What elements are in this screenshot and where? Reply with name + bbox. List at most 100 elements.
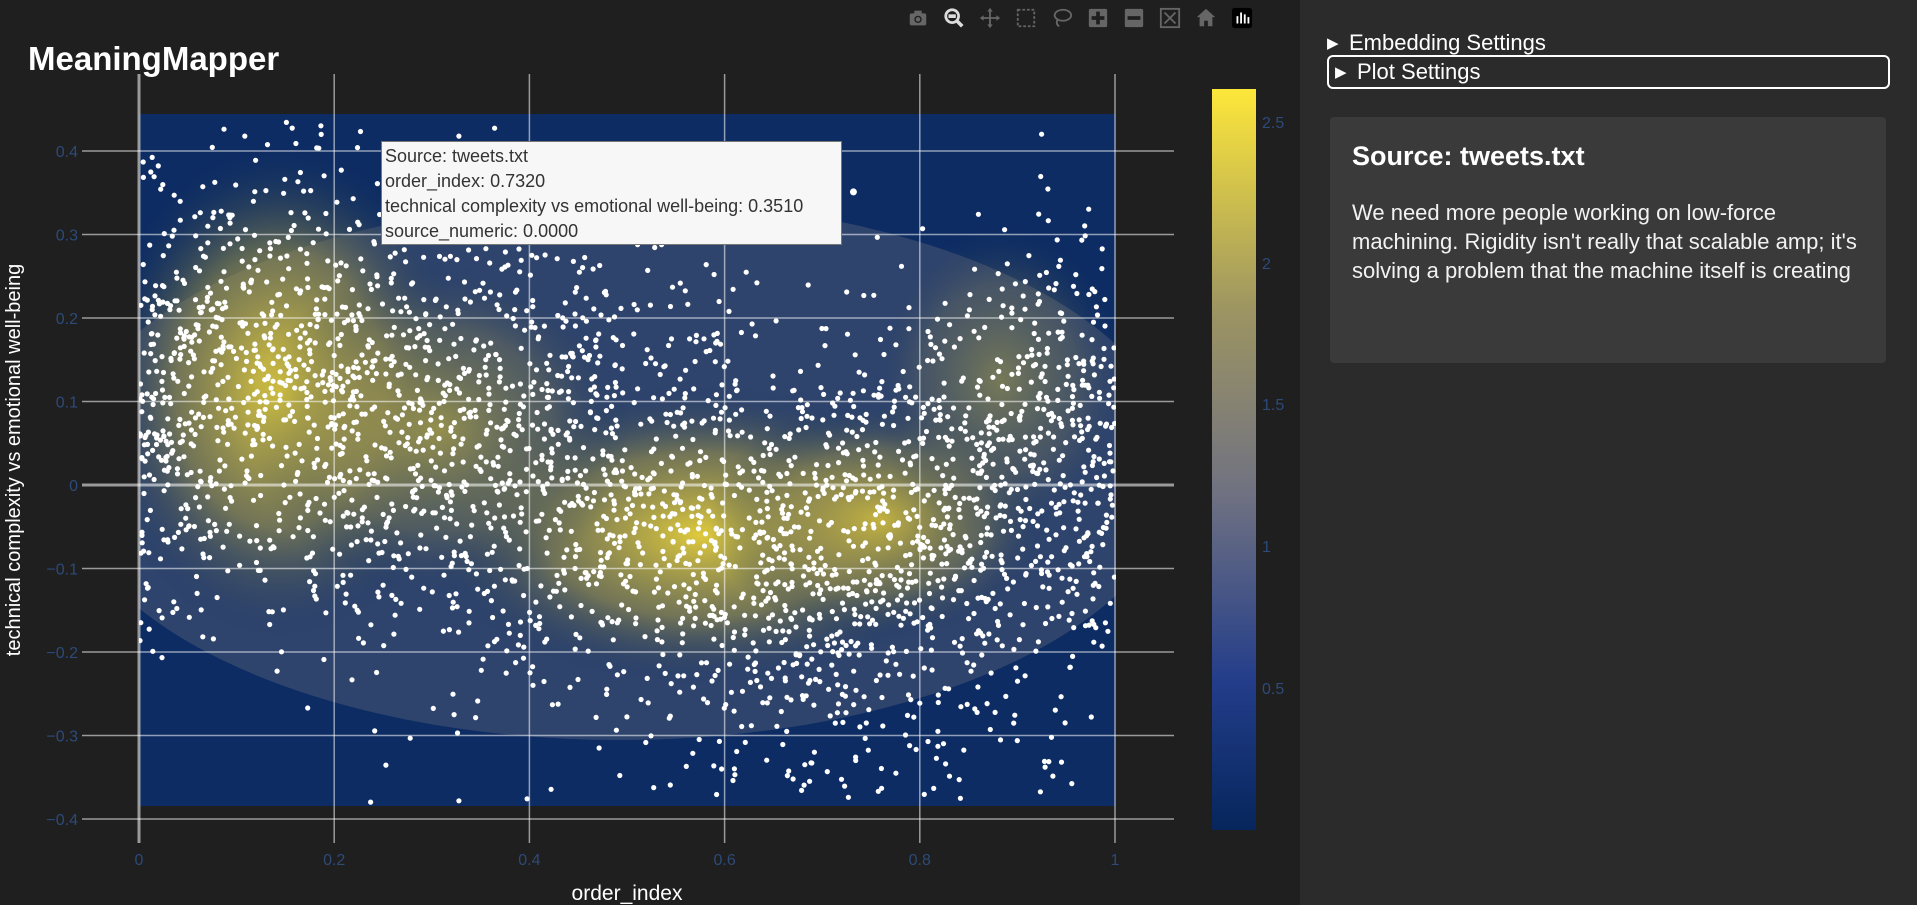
scatter-point <box>337 342 343 348</box>
scatter-point <box>353 327 359 334</box>
scatter-point <box>1090 361 1096 367</box>
scatter-point <box>384 476 390 482</box>
scatter-point <box>943 761 949 767</box>
scatter-point <box>370 377 376 383</box>
scatter-point <box>680 631 686 637</box>
scatter-point <box>631 301 637 308</box>
scatter-point <box>528 324 534 330</box>
scatter-point <box>365 344 371 350</box>
scatter-point <box>177 217 183 223</box>
scatter-point <box>885 650 891 656</box>
camera-icon[interactable] <box>900 4 936 32</box>
scatter-point <box>541 678 547 685</box>
scatter-point <box>338 331 344 338</box>
scatter-point <box>460 459 466 465</box>
scatter-point <box>153 283 159 289</box>
scatter-point <box>150 447 156 453</box>
scatter-point <box>651 395 657 401</box>
scatter-point <box>851 403 857 410</box>
scatter-point <box>697 495 703 501</box>
scatter-point <box>988 447 995 453</box>
scatter-point <box>193 573 200 580</box>
scatter-point <box>672 511 678 517</box>
scatter-point <box>1063 381 1069 387</box>
scatter-point <box>225 568 231 574</box>
scatter-point <box>908 489 915 495</box>
scatter-point <box>1017 517 1023 523</box>
scatter-point <box>527 670 533 676</box>
scatter-point <box>487 260 493 266</box>
scatter-point <box>586 352 593 359</box>
scatter-point <box>174 275 180 281</box>
scatter-point <box>731 647 737 653</box>
lasso-select-icon[interactable] <box>1044 4 1080 32</box>
scatter-point <box>904 585 911 591</box>
scatter-point <box>588 504 594 510</box>
scatter-point <box>1043 269 1049 276</box>
scatter-point <box>917 700 923 706</box>
scatter-point <box>1048 500 1055 506</box>
scatter-point <box>428 417 434 423</box>
scatter-point <box>401 247 407 253</box>
scatter-point <box>593 581 600 587</box>
scatter-point <box>349 312 355 318</box>
scatter-point <box>555 427 561 433</box>
scatter-point <box>315 316 321 323</box>
scatter-point <box>619 602 625 608</box>
scatter-point <box>784 492 790 498</box>
scatter-point <box>798 509 804 515</box>
scatter-point <box>1029 352 1035 358</box>
scatter-point <box>845 794 852 800</box>
scatter-point <box>1055 386 1061 392</box>
scatter-point <box>341 436 347 442</box>
scatter-point <box>1057 257 1063 263</box>
scatter-point <box>312 583 318 589</box>
scatter-point <box>867 582 873 588</box>
scatter-point <box>328 317 334 323</box>
scatter-point <box>241 399 247 406</box>
scatter-point <box>454 521 460 527</box>
scatter-point <box>445 275 451 281</box>
scatter-point <box>476 443 482 449</box>
scatter-point <box>477 287 483 293</box>
scatter-point <box>513 433 519 439</box>
scatter-point <box>781 515 787 521</box>
zoom-out-icon[interactable] <box>1116 4 1152 32</box>
plotly-logo-icon[interactable] <box>1224 4 1260 32</box>
scatter-point <box>811 566 817 572</box>
scatter-point <box>421 585 427 591</box>
zoom-in-icon[interactable] <box>1080 4 1116 32</box>
plot-settings-toggle[interactable]: ▶ Plot Settings <box>1327 55 1890 89</box>
scatter-point <box>873 605 879 612</box>
autoscale-icon[interactable] <box>1152 4 1188 32</box>
scatter-point <box>223 505 229 511</box>
scatter-point <box>910 540 916 546</box>
scatter-point <box>867 621 873 627</box>
scatter-point <box>297 515 303 521</box>
scatter-point <box>975 211 982 217</box>
scatter-point <box>153 390 159 397</box>
y-tick-label: −0.1 <box>46 562 78 579</box>
scatter-point <box>701 574 707 580</box>
scatter-point <box>999 567 1005 573</box>
embedding-settings-toggle[interactable]: ▶ Embedding Settings <box>1327 28 1546 58</box>
scatter-point <box>569 375 575 381</box>
scatter-point <box>929 635 936 641</box>
pan-icon[interactable] <box>972 4 1008 32</box>
scatter-point <box>697 520 703 526</box>
scatter-point <box>1051 487 1057 493</box>
highlighted-point[interactable] <box>849 188 857 196</box>
scatter-point <box>653 562 659 568</box>
scatter-plot[interactable]: 0 0.2 0.4 0.6 0.8 1 0.40.30.20.10−0.1−0.2−0.3… <box>0 0 1300 905</box>
scatter-point <box>902 732 909 738</box>
scatter-point <box>1023 496 1029 503</box>
scatter-point <box>307 554 313 560</box>
scatter-point <box>578 602 584 609</box>
scatter-point <box>255 567 261 574</box>
zoom-icon[interactable] <box>936 4 972 32</box>
scatter-point <box>492 515 498 521</box>
scatter-point <box>705 398 711 404</box>
reset-axes-icon[interactable] <box>1188 4 1224 32</box>
box-select-icon[interactable] <box>1008 4 1044 32</box>
scatter-point <box>1108 459 1114 465</box>
